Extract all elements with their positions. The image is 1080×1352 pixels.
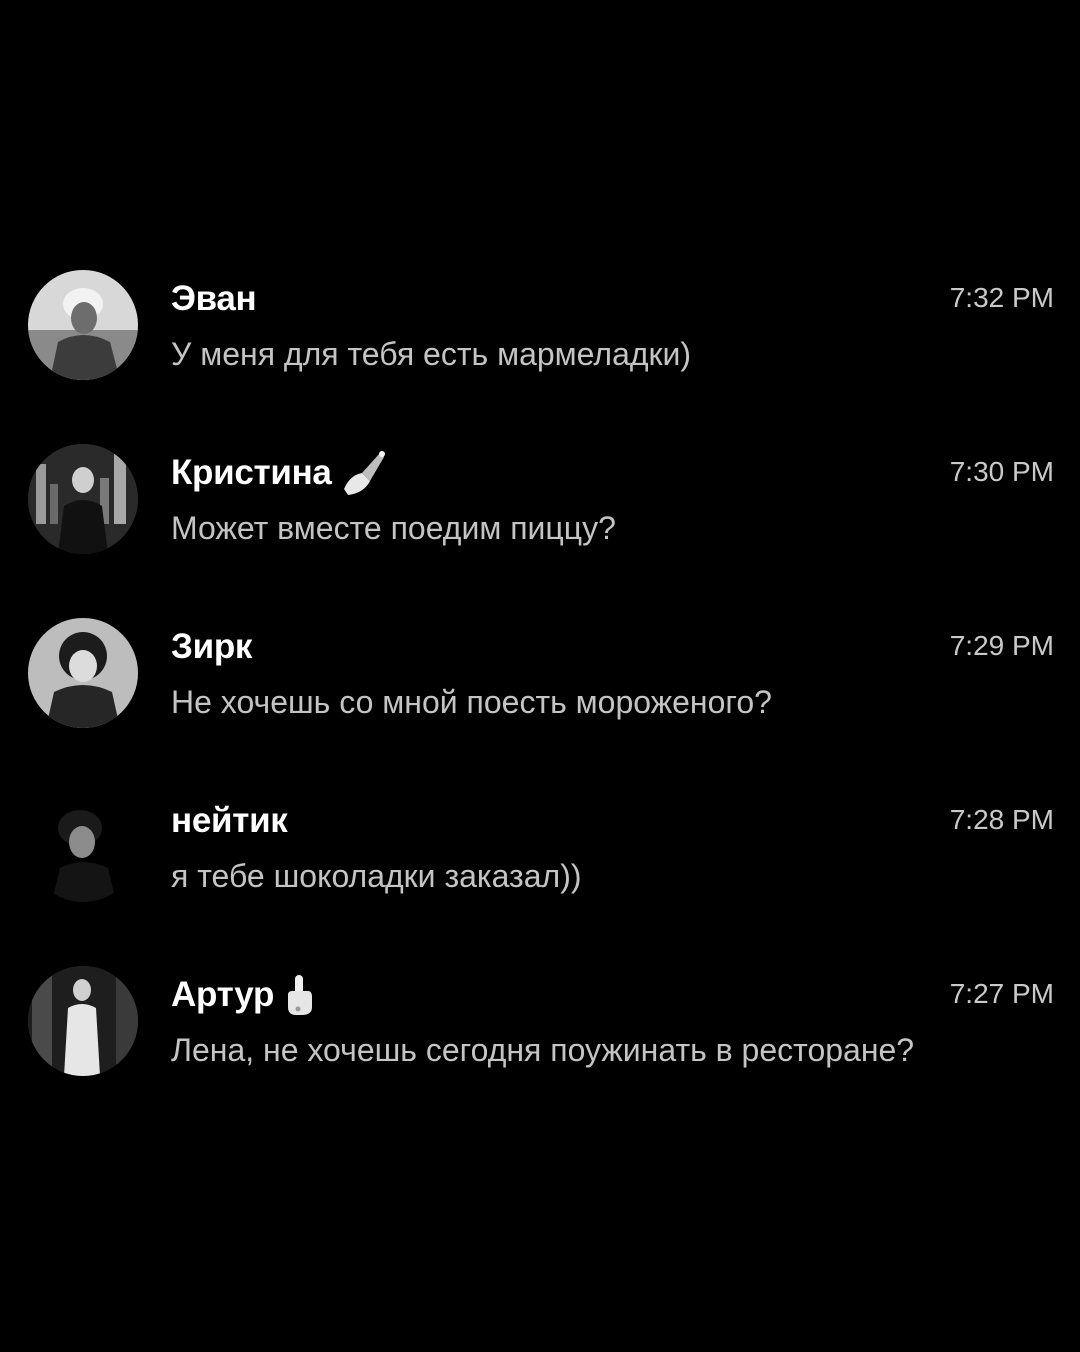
avatar-photo [28,966,138,1076]
avatar[interactable] [28,618,138,728]
last-message: Лена, не хочешь сегодня поужинать в рест… [171,1032,915,1068]
last-message: Не хочешь со мной поесть мороженого? [171,684,772,720]
avatar[interactable] [28,270,138,380]
message-time: 7:28 PM [949,804,1054,835]
last-message: Может вместе поедим пиццу? [171,510,616,546]
contact-name-line: Зирк [171,627,252,667]
contact-name: Эван [171,279,257,318]
avatar[interactable] [28,792,138,902]
avatar-photo [28,618,138,728]
chat-list: Эван 7:32 PM У меня для тебя есть мармел… [0,268,1080,1138]
contact-name: Зирк [171,627,253,666]
avatar[interactable] [28,444,138,554]
chat-row[interactable]: Зирк 7:29 PM Не хочешь со мной поесть мо… [0,616,1080,790]
chat-row[interactable]: Артур 7:27 PM Лена, не хочешь сегодня по… [0,964,1080,1138]
chat-row[interactable]: Кристина 7:30 PM Может вместе поедим пиц… [0,442,1080,616]
message-time: 7:27 PM [949,978,1054,1009]
contact-name: нейтик [171,801,288,840]
last-message: я тебе шоколадки заказал)) [171,858,582,894]
middle-finger-icon [282,973,316,1017]
contact-name-line: Эван [171,279,257,319]
avatar[interactable] [28,966,138,1076]
avatar-photo [28,792,138,902]
avatar-photo [28,444,138,554]
contact-name-line: Кристина [171,451,388,495]
chat-row[interactable]: нейтик 7:28 PM я тебе шоколадки заказал)… [0,790,1080,964]
avatar-photo [28,270,138,380]
contact-name-line: Артур [171,975,316,1015]
contact-name-line: нейтик [171,801,288,841]
contact-name: Кристина [171,453,332,492]
message-time: 7:29 PM [949,630,1054,661]
last-message: У меня для тебя есть мармеладки) [171,336,692,372]
message-time: 7:32 PM [949,282,1054,313]
message-time: 7:30 PM [949,456,1054,487]
chat-row[interactable]: Эван 7:32 PM У меня для тебя есть мармел… [0,268,1080,442]
nail-polish-icon [340,449,388,497]
contact-name: Артур [171,975,275,1014]
